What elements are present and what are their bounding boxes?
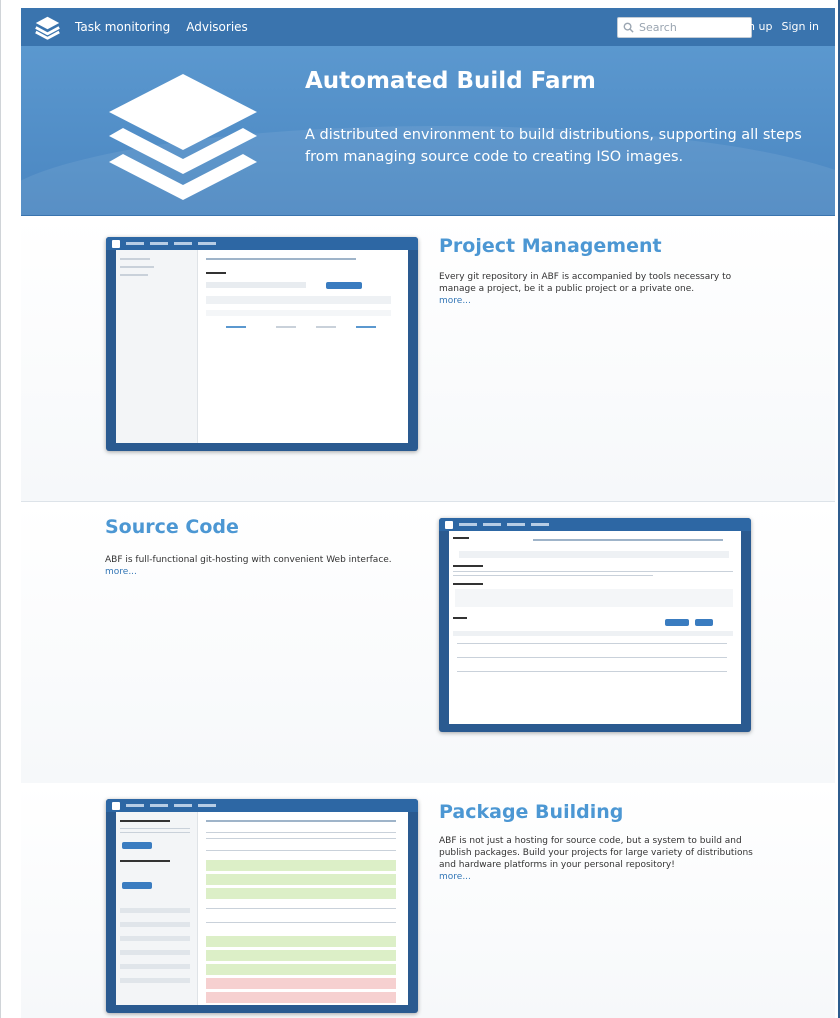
feature-text: Every git repository in ABF is accompani… (439, 272, 732, 294)
feature-description: Every git repository in ABF is accompani… (439, 271, 739, 307)
sign-in-link[interactable]: Sign in (781, 20, 819, 33)
feature-description: ABF is full-functional git-hosting with … (105, 554, 405, 578)
nav-advisories[interactable]: Advisories (186, 20, 248, 34)
hero-banner: Automated Build Farm A distributed envir… (21, 46, 835, 216)
screenshot-sidebar (116, 250, 198, 443)
package-building-screenshot[interactable] (106, 799, 418, 1013)
feature-text: ABF is not just a hosting for source cod… (439, 836, 753, 870)
more-link[interactable]: more... (105, 566, 405, 578)
search-input[interactable] (639, 21, 739, 34)
feature-title: Project Management (439, 235, 662, 257)
screenshot-body (116, 812, 408, 1005)
screenshot-topbar (106, 799, 418, 812)
top-navigation-bar: Task monitoring Advisories Sign up Sign … (21, 8, 835, 46)
project-management-screenshot[interactable] (106, 237, 418, 451)
sign-up-link[interactable]: Sign up (731, 20, 772, 33)
source-code-screenshot[interactable] (439, 518, 751, 732)
screenshot-sidebar (116, 812, 198, 1005)
hero-layers-logo-icon (109, 74, 257, 200)
feature-source-code: Source Code ABF is full-functional git-h… (21, 502, 835, 787)
hero-subtitle: A distributed environment to build distr… (305, 127, 802, 165)
search-icon (623, 22, 634, 33)
more-link[interactable]: more... (439, 295, 739, 307)
feature-project-management: Project Management Every git repository … (21, 217, 835, 502)
feature-text: ABF is full-functional git-hosting with … (105, 555, 392, 565)
feature-description: ABF is not just a hosting for source cod… (439, 835, 759, 883)
abf-logo-icon[interactable] (34, 14, 61, 41)
hero-title: Automated Build Farm (305, 68, 596, 94)
feature-title: Package Building (439, 801, 624, 823)
nav-task-monitoring[interactable]: Task monitoring (75, 20, 170, 34)
feature-title: Source Code (105, 516, 239, 538)
auth-links: Sign up Sign in (731, 20, 819, 33)
page: Task monitoring Advisories Sign up Sign … (0, 0, 840, 1018)
more-link[interactable]: more... (439, 871, 759, 883)
screenshot-body (116, 250, 408, 443)
screenshot-topbar (106, 237, 418, 250)
screenshot-body (449, 531, 741, 724)
feature-package-building: Package Building ABF is not just a hosti… (21, 783, 835, 1018)
screenshot-topbar (439, 518, 751, 531)
